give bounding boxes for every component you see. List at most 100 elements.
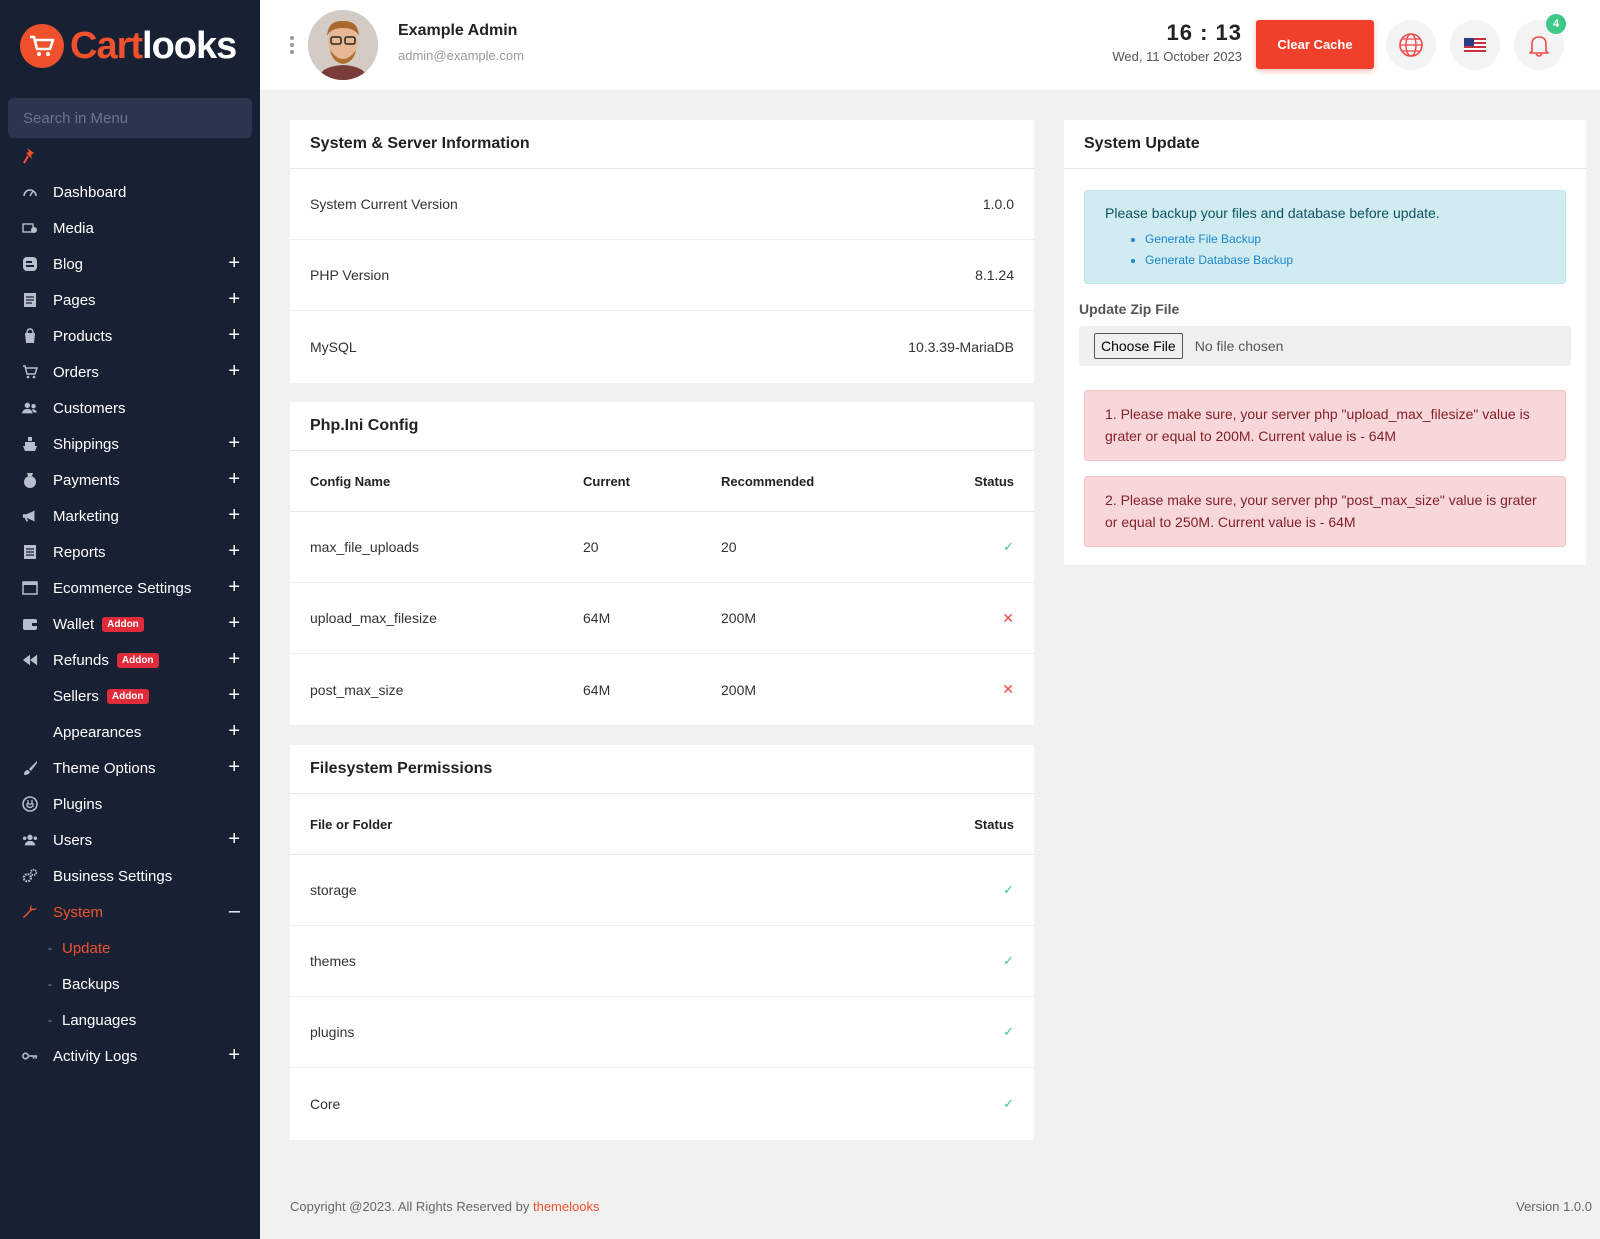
col-current: Current [583, 473, 630, 489]
bell-icon[interactable]: 4 [1514, 14, 1566, 70]
sidebar-item-label: Orders [53, 363, 99, 381]
expand-icon[interactable]: + [228, 541, 240, 561]
server-info-title: System & Server Information [290, 120, 1034, 169]
customers-icon [22, 400, 38, 416]
sidebar-item-label: Theme Options [53, 759, 156, 777]
sidebar-item-activity-logs[interactable]: Activity Logs + [0, 1038, 260, 1074]
table-row: upload_max_filesize 64M 200M ✕ [290, 583, 1034, 654]
col-status: Status [974, 816, 1014, 832]
brand-logo[interactable]: Cartlooks [0, 0, 260, 92]
no-file-chosen-text: No file chosen [1194, 338, 1284, 354]
server-info-label: PHP Version [310, 267, 390, 283]
addon-badge: Addon [116, 652, 159, 668]
system-update-title: System Update [1064, 120, 1586, 169]
sidebar-item-system[interactable]: System – [0, 894, 260, 930]
server-info-value: 1.0.0 [982, 196, 1014, 212]
server-info-label: System Current Version [310, 196, 458, 212]
generate-file-backup-link[interactable]: Generate File Backup [1145, 229, 1545, 250]
sidebar-item-label: Shippings [53, 435, 119, 453]
top-header: Example Admin admin@example.com 16 : 13 … [260, 0, 1600, 90]
sidebar-item-orders[interactable]: Orders + [0, 354, 260, 390]
current-cell: 20 [583, 539, 599, 555]
sidebar-item-marketing[interactable]: Marketing + [0, 498, 260, 534]
expand-icon[interactable]: + [228, 505, 240, 525]
media-icon [22, 220, 38, 236]
col-file-or-folder: File or Folder [310, 816, 393, 832]
sidebar-item-products[interactable]: Products + [0, 318, 260, 354]
expand-icon[interactable]: + [228, 469, 240, 489]
sidebar-item-refunds[interactable]: Refunds Addon + [0, 642, 260, 678]
pin-icon[interactable] [0, 138, 260, 174]
system-submenu: - Update - Backups - Languages [0, 930, 260, 1038]
generate-database-backup-link[interactable]: Generate Database Backup [1145, 250, 1545, 271]
submenu-item-update[interactable]: - Update [0, 930, 260, 966]
expand-icon[interactable]: + [228, 325, 240, 345]
sidebar-item-plugins[interactable]: Plugins [0, 786, 260, 822]
sidebar-item-dashboard[interactable]: Dashboard [0, 174, 260, 210]
clock-time: 16 : 13 [1166, 20, 1242, 45]
sidebar-item-label: Appearances [53, 723, 142, 741]
expand-icon[interactable]: + [228, 613, 240, 633]
avatar[interactable] [308, 10, 378, 80]
sidebar-item-shippings[interactable]: Shippings + [0, 426, 260, 462]
submenu-item-backups[interactable]: - Backups [0, 966, 260, 1002]
update-zip-label: Update Zip File [1079, 301, 1180, 317]
submenu-item-languages[interactable]: - Languages [0, 1002, 260, 1038]
server-info-value: 10.3.39-MariaDB [908, 338, 1014, 355]
sidebar-item-users[interactable]: Users + [0, 822, 260, 858]
collapse-icon[interactable]: – [229, 901, 240, 921]
globe-icon[interactable] [1386, 20, 1436, 70]
expand-icon[interactable]: + [228, 649, 240, 669]
us-flag-icon[interactable] [1450, 20, 1500, 70]
menu-toggle-icon[interactable] [290, 36, 294, 57]
sidebar-menu: Dashboard Media Blog + Pages + Products + Orders… [0, 174, 260, 1074]
backup-alert: Please backup your files and database be… [1084, 190, 1566, 284]
submenu-item-label: Backups [62, 975, 120, 993]
megaphone-icon [22, 508, 38, 524]
filesystem-title: Filesystem Permissions [290, 745, 1034, 794]
col-config-name: Config Name [310, 473, 391, 489]
php-ini-table-header: Config Name Current Recommended Status [290, 451, 1034, 512]
expand-icon[interactable]: + [228, 829, 240, 849]
sidebar-item-label: Wallet [53, 615, 95, 633]
sidebar-item-sellers[interactable]: Sellers Addon + [0, 678, 260, 714]
table-row: Core ✓ [290, 1068, 1034, 1139]
choose-file-button[interactable]: Choose File [1094, 333, 1183, 359]
brand-name-part1: Cart [70, 24, 143, 67]
ship-icon [22, 436, 38, 452]
expand-icon[interactable]: + [228, 253, 240, 273]
expand-icon[interactable]: + [228, 721, 240, 741]
expand-icon[interactable]: + [228, 289, 240, 309]
sidebar-item-customers[interactable]: Customers [0, 390, 260, 426]
expand-icon[interactable]: + [228, 577, 240, 597]
sidebar-item-appearances[interactable]: Appearances + [0, 714, 260, 750]
folder-name-cell: storage [310, 882, 357, 898]
expand-icon[interactable]: + [228, 361, 240, 381]
clear-cache-button[interactable]: Clear Cache [1256, 20, 1374, 69]
filesystem-card: Filesystem Permissions File or Folder St… [290, 745, 1034, 1140]
sidebar-item-theme-options[interactable]: Theme Options + [0, 750, 260, 786]
expand-icon[interactable]: + [228, 433, 240, 453]
expand-icon[interactable]: + [228, 757, 240, 777]
sidebar-item-label: Products [53, 327, 113, 345]
sidebar-item-blog[interactable]: Blog + [0, 246, 260, 282]
cross-icon: ✕ [1002, 609, 1014, 626]
sidebar-item-wallet[interactable]: Wallet Addon + [0, 606, 260, 642]
menu-search-input[interactable]: Search in Menu [8, 98, 252, 138]
sidebar-item-ecommerce-settings[interactable]: Ecommerce Settings + [0, 570, 260, 606]
submenu-dash: - [48, 1013, 52, 1027]
sidebar-item-media[interactable]: Media [0, 210, 260, 246]
update-zip-file-input[interactable]: Choose File No file chosen [1079, 326, 1571, 366]
payments-icon [22, 472, 38, 488]
themelooks-link[interactable]: themelooks [533, 1199, 599, 1214]
expand-icon[interactable]: + [228, 1045, 240, 1065]
gears-icon [22, 868, 38, 884]
sidebar-item-label: Plugins [53, 795, 103, 813]
expand-icon[interactable]: + [228, 685, 240, 705]
sidebar-item-label: Users [53, 831, 93, 849]
sidebar-item-reports[interactable]: Reports + [0, 534, 260, 570]
sidebar-item-payments[interactable]: Payments + [0, 462, 260, 498]
sidebar-item-business-settings[interactable]: Business Settings [0, 858, 260, 894]
recommended-cell: 200M [721, 610, 757, 626]
sidebar-item-pages[interactable]: Pages + [0, 282, 260, 318]
